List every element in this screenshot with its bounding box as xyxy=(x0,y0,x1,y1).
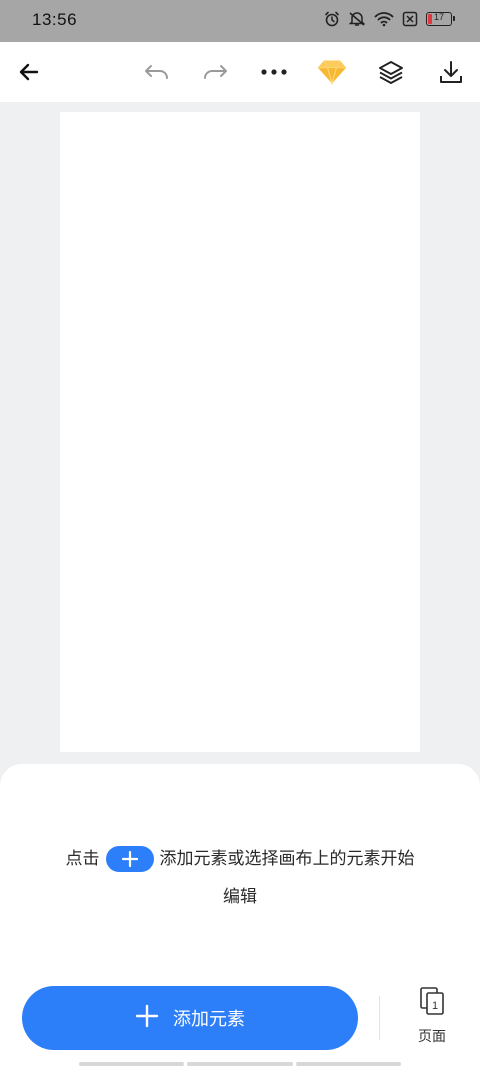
home-indicator xyxy=(79,1062,401,1066)
pages-button[interactable]: 1 页面 xyxy=(404,986,460,1050)
download-icon[interactable] xyxy=(436,57,466,87)
status-bar: 13:56 17 xyxy=(0,0,480,42)
wifi-icon xyxy=(374,11,394,27)
divider xyxy=(379,996,380,1040)
pages-count: 1 xyxy=(432,1000,438,1012)
layers-icon[interactable] xyxy=(376,57,406,87)
hint-prefix: 点击 xyxy=(65,849,100,869)
canvas-area xyxy=(0,102,480,782)
hint-line-2: 编辑 xyxy=(223,887,257,907)
back-arrow-icon[interactable] xyxy=(14,57,44,87)
hint-suffix: 添加元素或选择画布上的元素开始 xyxy=(159,849,415,869)
no-sim-icon xyxy=(402,11,418,27)
hint-text: 点击 添加元素或选择画布上的元素开始 编辑 xyxy=(0,840,480,916)
hint-plus-icon xyxy=(105,846,154,872)
canvas-page[interactable] xyxy=(60,112,420,752)
mute-icon xyxy=(348,11,366,27)
pages-label: 页面 xyxy=(418,1029,446,1045)
hint-line-1: 点击 添加元素或选择画布上的元素开始 xyxy=(0,840,480,878)
add-element-button[interactable]: 添加元素 xyxy=(22,986,358,1050)
undo-icon[interactable] xyxy=(142,57,172,87)
battery-icon: 17 xyxy=(426,12,455,26)
alarm-icon xyxy=(324,11,340,27)
add-element-label: 添加元素 xyxy=(173,1009,245,1030)
vip-diamond-icon[interactable] xyxy=(317,57,347,87)
editor-toolbar xyxy=(0,42,480,102)
plus-icon xyxy=(135,1004,159,1032)
more-icon[interactable] xyxy=(259,57,289,87)
status-icons: 17 xyxy=(324,11,455,27)
status-time: 13:56 xyxy=(32,10,78,29)
pages-icon: 1 xyxy=(418,986,446,1020)
battery-level: 17 xyxy=(433,12,444,22)
redo-icon[interactable] xyxy=(200,57,230,87)
bottom-sheet: 点击 添加元素或选择画布上的元素开始 编辑 添加元素 1 页面 xyxy=(0,764,480,1066)
